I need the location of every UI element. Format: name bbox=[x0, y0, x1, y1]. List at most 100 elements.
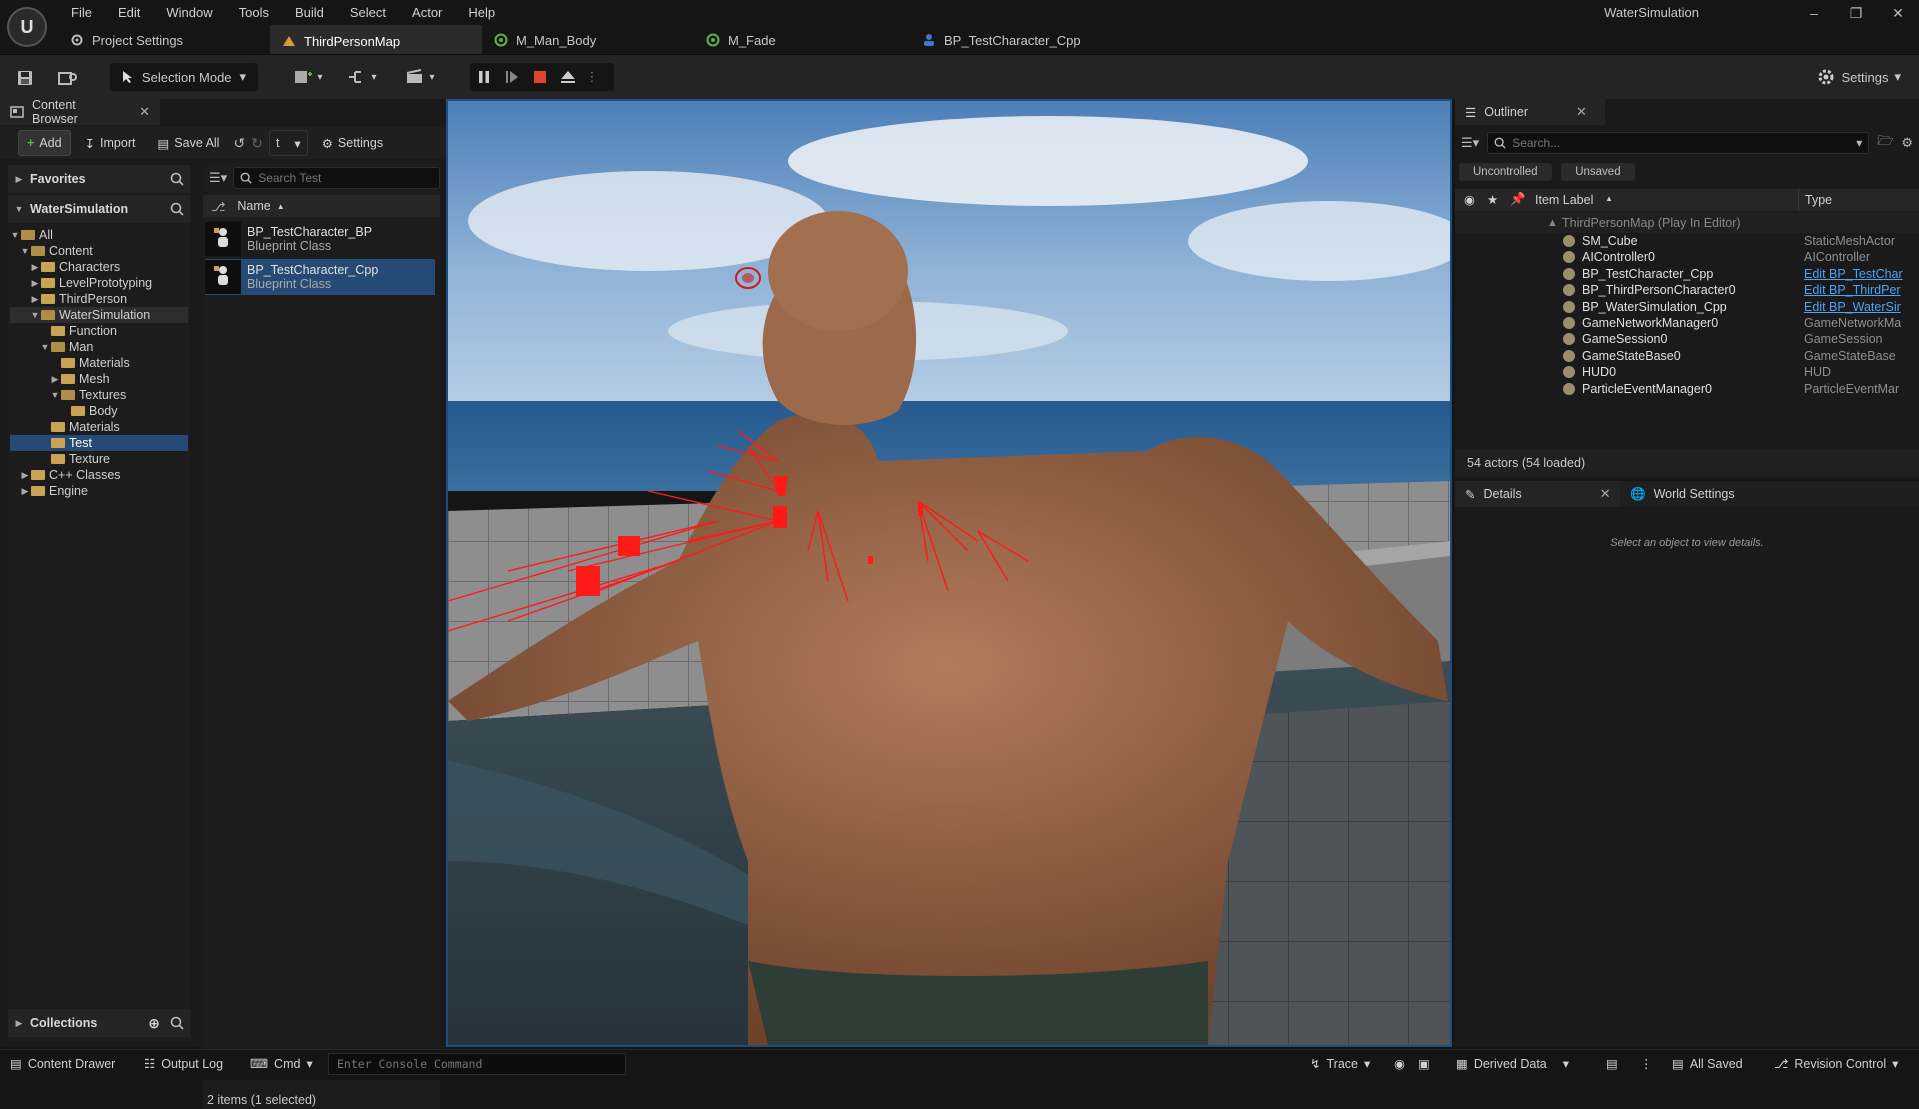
caret-right-icon[interactable]: ▶ bbox=[50, 371, 60, 387]
caret-right-icon[interactable]: ▶ bbox=[20, 483, 30, 499]
eject-icon[interactable] bbox=[554, 63, 582, 91]
tree-folder-row[interactable]: ▼ Textures bbox=[10, 387, 188, 403]
pin-icon[interactable]: 📌 bbox=[1510, 192, 1526, 207]
tab-world-settings[interactable]: 🌐 World Settings bbox=[1620, 481, 1780, 507]
close-icon[interactable]: ✕ bbox=[139, 104, 150, 120]
tree-folder-row[interactable]: Test bbox=[10, 435, 188, 451]
menu-help[interactable]: Help bbox=[455, 2, 508, 24]
gear-icon[interactable]: ⚙ bbox=[1901, 135, 1913, 151]
more-options-icon[interactable]: ⋮ bbox=[582, 63, 602, 91]
tree-folder-row[interactable]: ▶ Mesh bbox=[10, 371, 188, 387]
outliner-row[interactable]: ParticleEventManager0 ParticleEventMar bbox=[1455, 381, 1919, 397]
caret-right-icon[interactable]: ▶ bbox=[30, 291, 40, 307]
add-folder-icon[interactable]: 🗁 bbox=[1877, 132, 1893, 154]
tree-folder-row[interactable]: ▶ C++ Classes bbox=[10, 467, 188, 483]
add-collection-icon[interactable]: ⊕ bbox=[148, 1015, 160, 1032]
browse-content-icon[interactable] bbox=[56, 67, 80, 89]
minimize-icon[interactable]: – bbox=[1793, 0, 1835, 26]
trace-dropdown[interactable]: ↯ Trace ▾ bbox=[1310, 1056, 1370, 1072]
save-all-button[interactable]: ▤ Save All bbox=[149, 131, 227, 155]
tree-folder-row[interactable]: ▼ Content bbox=[10, 243, 188, 259]
tab-content-browser[interactable]: Content Browser ✕ bbox=[0, 98, 160, 126]
add-actor-button[interactable]: ▾ bbox=[286, 65, 330, 89]
caret-right-icon[interactable]: ▶ bbox=[30, 259, 40, 275]
outliner-row[interactable]: SM_Cube StaticMeshActor bbox=[1455, 233, 1919, 249]
level-viewport[interactable] bbox=[446, 99, 1452, 1047]
outliner-row[interactable]: BP_ThirdPersonCharacter0 Edit BP_ThirdPer bbox=[1455, 282, 1919, 298]
search-icon[interactable] bbox=[170, 172, 184, 186]
settings-button[interactable]: Settings ▾ bbox=[1817, 63, 1901, 91]
tree-folder-row[interactable]: ▶ Engine bbox=[10, 483, 188, 499]
selection-mode-dropdown[interactable]: Selection Mode ▾ bbox=[110, 63, 258, 91]
column-type[interactable]: Type bbox=[1805, 193, 1832, 207]
menu-select[interactable]: Select bbox=[337, 2, 399, 24]
cb-settings-button[interactable]: ⚙ Settings bbox=[314, 131, 391, 155]
project-header[interactable]: ▼ WaterSimulation bbox=[8, 195, 190, 223]
content-drawer-button[interactable]: ▤ Content Drawer bbox=[10, 1056, 115, 1072]
outliner-row[interactable]: AIController0 AIController bbox=[1455, 249, 1919, 265]
caret-down-icon[interactable]: ▼ bbox=[50, 387, 60, 403]
tab-project-settings[interactable]: Project Settings bbox=[58, 26, 270, 54]
tree-folder-row[interactable]: Materials bbox=[10, 419, 188, 435]
menu-edit[interactable]: Edit bbox=[105, 2, 153, 24]
more-options-icon[interactable]: ⋮ bbox=[1640, 1056, 1653, 1071]
caret-right-icon[interactable]: ▶ bbox=[20, 467, 30, 483]
back-icon[interactable]: ↺ bbox=[233, 135, 245, 152]
path-dropdown[interactable]: t ▾ bbox=[268, 130, 308, 156]
blueprint-menu-button[interactable]: ▾ bbox=[340, 65, 384, 89]
search-icon[interactable] bbox=[170, 1016, 184, 1030]
pause-icon[interactable] bbox=[470, 63, 498, 91]
edit-blueprint-link[interactable]: Edit BP_WaterSir bbox=[1804, 300, 1916, 314]
tree-folder-row[interactable]: Materials bbox=[10, 355, 188, 371]
outliner-row[interactable]: BP_WaterSimulation_Cpp Edit BP_WaterSir bbox=[1455, 299, 1919, 315]
outliner-row[interactable]: GameStateBase0 GameStateBase bbox=[1455, 348, 1919, 364]
search-icon[interactable] bbox=[170, 202, 184, 216]
tree-folder-row[interactable]: ▶ ThirdPerson bbox=[10, 291, 188, 307]
caret-right-icon[interactable]: ▶ bbox=[30, 275, 40, 291]
favorites-header[interactable]: ▶ Favorites bbox=[8, 165, 190, 193]
column-item-label[interactable]: Item Label bbox=[1535, 193, 1593, 207]
source-control-icon[interactable]: ▤ bbox=[1606, 1056, 1618, 1071]
tab-outliner[interactable]: ☰ Outliner ✕ bbox=[1455, 99, 1605, 125]
visibility-icon[interactable]: ◉ bbox=[1464, 192, 1475, 207]
forward-icon[interactable]: ↻ bbox=[251, 135, 263, 152]
record-icon[interactable]: ◉ bbox=[1394, 1056, 1405, 1071]
close-icon[interactable]: ✕ bbox=[1576, 104, 1587, 120]
add-button[interactable]: + Add bbox=[18, 130, 71, 156]
star-icon[interactable]: ★ bbox=[1487, 192, 1498, 207]
caret-down-icon[interactable]: ▼ bbox=[30, 307, 40, 323]
outliner-root-row[interactable]: ▲ ThirdPersonMap (Play In Editor) bbox=[1455, 213, 1919, 233]
output-log-button[interactable]: ☷ Output Log bbox=[144, 1056, 223, 1072]
filter-icon[interactable]: ☰▾ bbox=[209, 170, 227, 186]
cmd-dropdown[interactable]: ⌨ Cmd ▾ bbox=[250, 1056, 313, 1072]
filter-icon[interactable]: ☰▾ bbox=[1461, 135, 1479, 151]
collections-header[interactable]: ▶ Collections ⊕ bbox=[8, 1009, 190, 1037]
tree-folder-row[interactable]: Function bbox=[10, 323, 188, 339]
tree-folder-row[interactable]: Texture bbox=[10, 451, 188, 467]
filter-unsaved[interactable]: Unsaved bbox=[1561, 163, 1635, 181]
import-button[interactable]: ↧ Import bbox=[77, 131, 144, 155]
outliner-row[interactable]: BP_TestCharacter_Cpp Edit BP_TestChar bbox=[1455, 266, 1919, 282]
tab-bp-testcharacter-cpp[interactable]: BP_TestCharacter_Cpp bbox=[910, 26, 1142, 54]
cinematics-button[interactable]: ▾ bbox=[398, 65, 442, 89]
close-icon[interactable]: ✕ bbox=[1600, 486, 1611, 502]
restore-icon[interactable]: ❐ bbox=[1835, 0, 1877, 26]
screenshot-icon[interactable]: ▣ bbox=[1418, 1056, 1430, 1071]
menu-actor[interactable]: Actor bbox=[399, 2, 455, 24]
tree-folder-row[interactable]: ▼ Man bbox=[10, 339, 188, 355]
save-icon[interactable] bbox=[14, 67, 36, 89]
step-frame-icon[interactable] bbox=[498, 63, 526, 91]
unreal-logo-icon[interactable]: U bbox=[7, 7, 47, 47]
console-command-input[interactable] bbox=[328, 1053, 626, 1075]
asset-row[interactable]: BP_TestCharacter_Cpp Blueprint Class bbox=[205, 259, 435, 295]
tab-details[interactable]: ✎ Details ✕ bbox=[1455, 481, 1620, 507]
menu-file[interactable]: File bbox=[58, 2, 105, 24]
stop-icon[interactable] bbox=[526, 63, 554, 91]
caret-down-icon[interactable]: ▼ bbox=[10, 227, 20, 243]
outliner-search-input[interactable]: Search... ▾ bbox=[1487, 132, 1870, 154]
menu-build[interactable]: Build bbox=[282, 2, 337, 24]
tab-m-fade[interactable]: M_Fade bbox=[694, 26, 910, 54]
edit-blueprint-link[interactable]: Edit BP_TestChar bbox=[1804, 267, 1916, 281]
tab-thirdpersonmap[interactable]: ThirdPersonMap bbox=[270, 25, 482, 55]
asset-row[interactable]: BP_TestCharacter_BP Blueprint Class bbox=[205, 221, 435, 257]
